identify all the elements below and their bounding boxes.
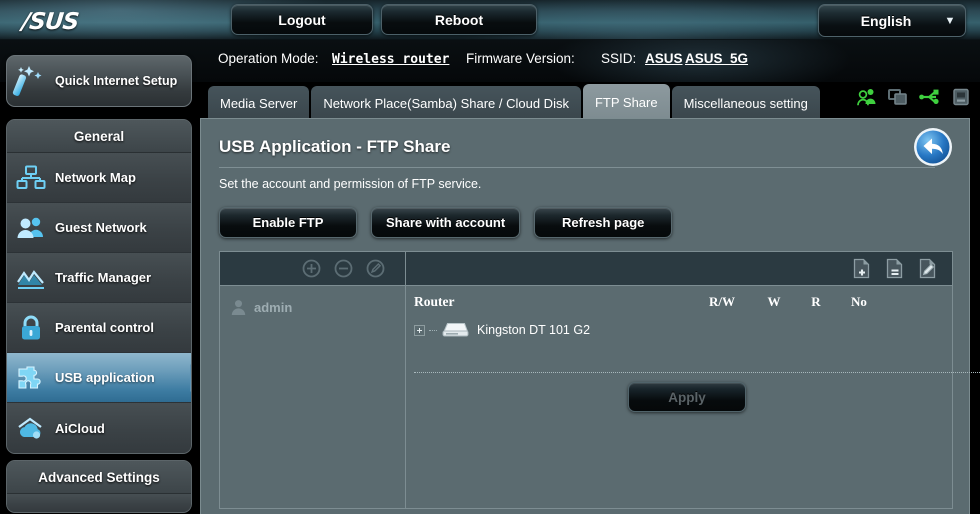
usb-drive-icon — [442, 323, 469, 337]
edit-account-icon[interactable] — [366, 259, 385, 278]
lock-icon — [7, 315, 55, 341]
apply-button[interactable]: Apply — [628, 382, 746, 412]
cloud-icon — [7, 415, 55, 441]
enable-ftp-button[interactable]: Enable FTP — [219, 207, 357, 238]
network-map-icon — [7, 165, 55, 191]
puzzle-icon — [7, 365, 55, 391]
sidebar-group-general-header: General — [7, 120, 191, 153]
language-select[interactable]: English ▼ — [818, 4, 966, 37]
permission-header-row: Router R/W W R No — [406, 294, 952, 316]
column-header-r: R — [811, 294, 821, 309]
action-button-row: Enable FTP Share with account Refresh pa… — [219, 207, 673, 238]
sidebar-group-general: General Network Map Guest Network Traffi… — [6, 119, 192, 454]
quick-internet-setup-label: Quick Internet Setup — [55, 74, 178, 88]
device-name: Kingston DT 101 G2 — [477, 323, 591, 337]
page-title: USB Application - FTP Share — [219, 137, 451, 156]
sidebar-item-advanced-first[interactable] — [7, 494, 191, 512]
sidebar-item-usb-application[interactable]: USB application — [7, 353, 191, 403]
sidebar-item-label: Guest Network — [55, 220, 147, 235]
permission-column: Router R/W W R No Kingston DT 101 G2 App… — [406, 252, 980, 508]
quick-internet-setup-button[interactable]: Quick Internet Setup — [6, 55, 192, 107]
ssid-label: SSID: — [601, 51, 637, 66]
sidebar-group-advanced: Advanced Settings — [6, 460, 192, 513]
sidebar-item-aicloud[interactable]: AiCloud — [7, 403, 191, 453]
asus-logo: /SUS — [20, 9, 80, 35]
ssid-5g-link[interactable]: ASUS_5G — [685, 51, 748, 66]
expand-node-icon[interactable] — [414, 324, 425, 336]
sidebar-item-label: Network Map — [55, 170, 136, 185]
sidebar-item-label: USB application — [55, 370, 155, 385]
permission-area: Router R/W W R No Kingston DT 101 G2 App… — [406, 286, 980, 508]
table-row[interactable]: Kingston DT 101 G2 — [414, 320, 590, 340]
language-label: English — [860, 12, 912, 29]
router-admin-page: /SUS Logout Reboot English ▼ Operation M… — [0, 0, 980, 514]
reboot-button[interactable]: Reboot — [381, 4, 537, 35]
account-toolbar — [220, 252, 405, 286]
sidebar-item-traffic-manager[interactable]: Traffic Manager — [7, 253, 191, 303]
column-header-w: W — [767, 294, 781, 309]
add-folder-icon[interactable] — [852, 258, 872, 279]
tab-miscellaneous-setting[interactable]: Miscellaneous setting — [671, 86, 820, 120]
sidebar-item-parental-control[interactable]: Parental control — [7, 303, 191, 353]
sidebar-item-network-map[interactable]: Network Map — [7, 153, 191, 203]
account-list: admin — [220, 286, 405, 508]
add-account-icon[interactable] — [302, 259, 321, 278]
remove-folder-icon[interactable] — [885, 258, 905, 279]
list-item[interactable]: admin — [220, 294, 405, 320]
sidebar-item-guest-network[interactable]: Guest Network — [7, 203, 191, 253]
section-divider — [414, 372, 980, 373]
traffic-manager-icon — [7, 265, 55, 291]
share-permission-table: admin Router R/W W R No Kingston DT 101 … — [219, 251, 980, 509]
title-divider — [219, 167, 935, 168]
tree-connector — [429, 329, 437, 331]
folder-toolbar — [406, 252, 952, 286]
guest-network-icon — [7, 215, 55, 241]
router-label: Router — [414, 294, 455, 309]
sidebar-item-label: Parental control — [55, 320, 154, 335]
sidebar: Quick Internet Setup General Network Map — [0, 55, 200, 514]
column-header-rw: R/W — [709, 294, 735, 309]
page-description: Set the account and permission of FTP se… — [219, 177, 482, 191]
edit-folder-icon[interactable] — [918, 258, 938, 279]
refresh-page-button[interactable]: Refresh page — [534, 207, 673, 238]
logout-button[interactable]: Logout — [231, 4, 373, 35]
tab-ftp-share[interactable]: FTP Share — [582, 84, 670, 120]
tab-bar: Media Server Network Place(Samba) Share … — [208, 82, 820, 120]
sidebar-group-advanced-header: Advanced Settings — [7, 461, 191, 494]
account-name: admin — [254, 299, 293, 315]
column-header-no: No — [851, 294, 867, 309]
account-column: admin — [220, 252, 406, 508]
firmware-version-label: Firmware Version: — [466, 51, 575, 66]
top-banner: /SUS Logout Reboot English ▼ — [0, 0, 980, 40]
content-panel: USB Application - FTP Share Set the acco… — [200, 118, 980, 514]
sidebar-item-label: Traffic Manager — [55, 270, 152, 285]
tab-network-place-samba[interactable]: Network Place(Samba) Share / Cloud Disk — [311, 86, 581, 120]
tab-media-server[interactable]: Media Server — [208, 86, 310, 120]
operation-mode-label: Operation Mode: — [218, 51, 319, 66]
magic-wand-icon — [12, 66, 42, 96]
user-avatar-icon — [231, 299, 246, 315]
remove-account-icon[interactable] — [334, 259, 353, 278]
main-content: Media Server Network Place(Samba) Share … — [200, 82, 980, 514]
ssid-2g-link[interactable]: ASUS — [645, 51, 683, 66]
sidebar-item-label: AiCloud — [55, 420, 105, 436]
back-arrow-icon[interactable] — [913, 127, 953, 167]
chevron-down-icon: ▼ — [944, 14, 956, 27]
operation-mode-value[interactable]: Wireless router — [332, 52, 449, 67]
share-with-account-button[interactable]: Share with account — [371, 207, 521, 238]
